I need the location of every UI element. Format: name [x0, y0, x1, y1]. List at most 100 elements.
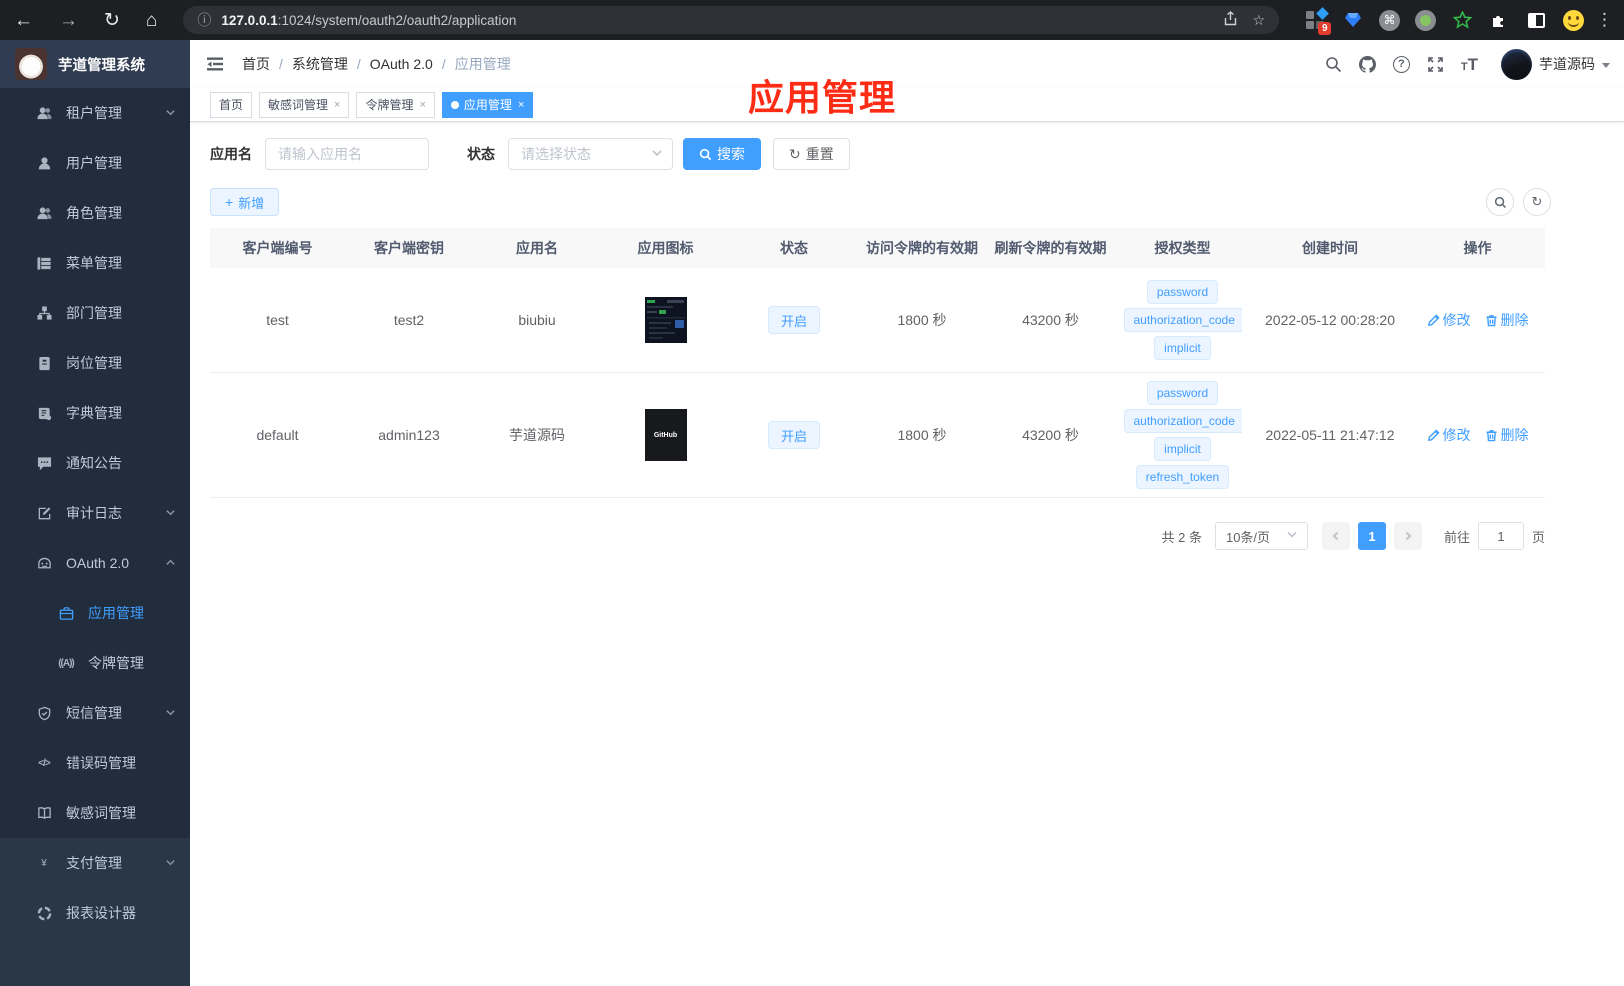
header-search-icon[interactable]	[1325, 56, 1342, 73]
table-header-row: 客户端编号 客户端密钥 应用名 应用图标 状态 访问令牌的有效期 刷新令牌的有效…	[210, 228, 1545, 268]
github-app-image: GitHub	[644, 409, 687, 461]
add-button[interactable]: + 新增	[210, 188, 280, 216]
status-select[interactable]: 请选择状态	[508, 138, 673, 170]
status-badge: 开启	[767, 306, 820, 334]
browser-forward-icon[interactable]: →	[59, 11, 78, 30]
sidebar-item-dict[interactable]: 字典管理	[0, 388, 190, 438]
browser-home-icon[interactable]: ⌂	[146, 11, 157, 30]
profile-emoji-icon[interactable]	[1562, 9, 1584, 31]
sidebar-item-oauth[interactable]: OAuth 2.0	[0, 538, 190, 588]
sidebar-menu: 租户管理 用户管理 角色管理 菜单管理 部门管理 岗位管理 字典管理 通知公告 …	[0, 88, 190, 986]
sidebar-item-notice[interactable]: 通知公告	[0, 438, 190, 488]
sidebar-item-oauth-application[interactable]: 应用管理	[0, 588, 190, 638]
bookmark-star-icon[interactable]: ☆	[1252, 12, 1265, 29]
app-name-input[interactable]	[265, 138, 429, 170]
sidebar-item-post[interactable]: 岗位管理	[0, 338, 190, 388]
sidebar-item-tenant[interactable]: 租户管理	[0, 88, 190, 138]
delete-link[interactable]: 删除	[1485, 425, 1529, 445]
close-icon[interactable]: ×	[518, 99, 524, 111]
toggle-search-button[interactable]	[1486, 188, 1514, 216]
code-icon: </>	[38, 757, 50, 769]
sidebar-item-user[interactable]: 用户管理	[0, 138, 190, 188]
top-navbar: 首页 / 系统管理 / OAuth 2.0 / 应用管理 ? TT 芋道源码	[190, 40, 1624, 88]
sidebar-item-sensitive[interactable]: 敏感词管理	[0, 788, 190, 838]
user-menu[interactable]: 芋道源码	[1501, 48, 1610, 80]
sidebar-item-report[interactable]: 报表设计器	[0, 888, 190, 938]
sidebar-item-role[interactable]: 角色管理	[0, 188, 190, 238]
extension-grid-icon[interactable]: 9	[1305, 7, 1331, 35]
user-avatar[interactable]	[1501, 48, 1532, 80]
delete-link[interactable]: 删除	[1485, 310, 1529, 330]
sidebar-item-dept[interactable]: 部门管理	[0, 288, 190, 338]
sidebar-item-oauth-token[interactable]: ((A)) 令牌管理	[0, 638, 190, 688]
edit-link[interactable]: 修改	[1427, 310, 1471, 330]
goto-page-input[interactable]	[1477, 522, 1524, 550]
table-toolbar: + 新增 ↻	[210, 188, 1604, 216]
status-badge: 开启	[767, 421, 820, 449]
extension-gem-icon[interactable]	[1342, 9, 1364, 31]
search-button[interactable]: 搜索	[683, 138, 761, 170]
cell-app-icon: GitHub	[601, 409, 730, 461]
total-count: 共 2 条	[1161, 529, 1202, 545]
badge-card-icon	[36, 355, 52, 371]
address-bar[interactable]: ⓘ 127.0.0.1:1024/system/oauth2/oauth2/ap…	[183, 6, 1279, 34]
tab-application-manage[interactable]: 应用管理 ×	[441, 91, 534, 118]
help-icon[interactable]: ?	[1392, 55, 1410, 73]
breadcrumb-system[interactable]: 系统管理	[292, 54, 348, 74]
cell-created: 2022-05-11 21:47:12	[1265, 427, 1395, 443]
cell-app-icon	[601, 297, 730, 343]
tags-view-bar: 首页 敏感词管理 × 令牌管理 × 应用管理 ×	[190, 88, 1624, 122]
browser-menu-icon[interactable]: ⋮	[1596, 10, 1614, 30]
sidebar-item-label: 短信管理	[66, 705, 122, 721]
col-actions: 操作	[1463, 240, 1492, 256]
site-info-icon[interactable]: ⓘ	[197, 10, 211, 30]
fullscreen-icon[interactable]	[1427, 56, 1444, 73]
font-size-icon[interactable]: TT	[1461, 56, 1478, 73]
close-icon[interactable]: ×	[334, 99, 340, 111]
chevron-down-icon	[165, 505, 176, 521]
sidebar-item-label: 报表设计器	[66, 905, 136, 921]
collapse-sidebar-icon[interactable]	[205, 54, 225, 74]
github-icon[interactable]	[1358, 55, 1376, 73]
extension-star-icon[interactable]	[1451, 9, 1473, 31]
browser-back-icon[interactable]: ←	[14, 11, 33, 30]
tab-token-manage[interactable]: 令牌管理 ×	[356, 91, 435, 118]
chevron-down-icon	[165, 855, 176, 871]
tab-home[interactable]: 首页	[210, 91, 253, 118]
tab-sensitive-words[interactable]: 敏感词管理 ×	[259, 91, 350, 118]
sidebar-item-menu[interactable]: 菜单管理	[0, 238, 190, 288]
grant-tag: refresh_token	[1135, 465, 1230, 489]
grant-tag: authorization_code	[1123, 409, 1242, 433]
reset-button[interactable]: ↻ 重置	[773, 138, 850, 170]
app-logo[interactable]: 芋道管理系统	[0, 40, 190, 88]
extension-record-icon[interactable]	[1415, 9, 1436, 31]
page-size-select[interactable]: 10条/页	[1214, 522, 1308, 550]
split-view-icon[interactable]	[1525, 9, 1547, 31]
refresh-table-button[interactable]: ↻	[1523, 188, 1551, 216]
cell-access-ttl: 1800 秒	[897, 427, 947, 443]
cell-refresh-ttl: 43200 秒	[1022, 312, 1079, 328]
edit-link[interactable]: 修改	[1427, 425, 1471, 445]
extensions-puzzle-icon[interactable]	[1488, 9, 1510, 31]
col-refresh-ttl: 刷新令牌的有效期	[994, 240, 1107, 256]
applications-table: 客户端编号 客户端密钥 应用名 应用图标 状态 访问令牌的有效期 刷新令牌的有效…	[210, 228, 1545, 498]
refresh-icon: ↻	[1531, 194, 1543, 209]
sidebar-item-errcode[interactable]: </> 错误码管理	[0, 738, 190, 788]
sidebar-item-label: 字典管理	[66, 405, 122, 421]
breadcrumb-oauth[interactable]: OAuth 2.0	[370, 56, 433, 72]
prev-page-button[interactable]	[1321, 522, 1350, 550]
chevron-down-icon	[165, 105, 176, 121]
sidebar-item-audit[interactable]: 审计日志	[0, 488, 190, 538]
col-app-name: 应用名	[516, 240, 558, 256]
close-icon[interactable]: ×	[419, 99, 425, 111]
sidebar-item-label: 岗位管理	[66, 355, 122, 371]
extension-command-icon[interactable]: ⌘	[1379, 9, 1400, 31]
breadcrumb-home[interactable]: 首页	[242, 54, 270, 74]
share-icon[interactable]	[1223, 10, 1238, 30]
sidebar-item-pay[interactable]: ¥ 支付管理	[0, 838, 190, 888]
next-page-button[interactable]	[1393, 522, 1422, 550]
page-number-button[interactable]: 1	[1357, 522, 1386, 550]
browser-reload-icon[interactable]: ↻	[104, 11, 120, 30]
sidebar-item-sms[interactable]: 短信管理	[0, 688, 190, 738]
chevron-down-icon	[651, 146, 663, 162]
